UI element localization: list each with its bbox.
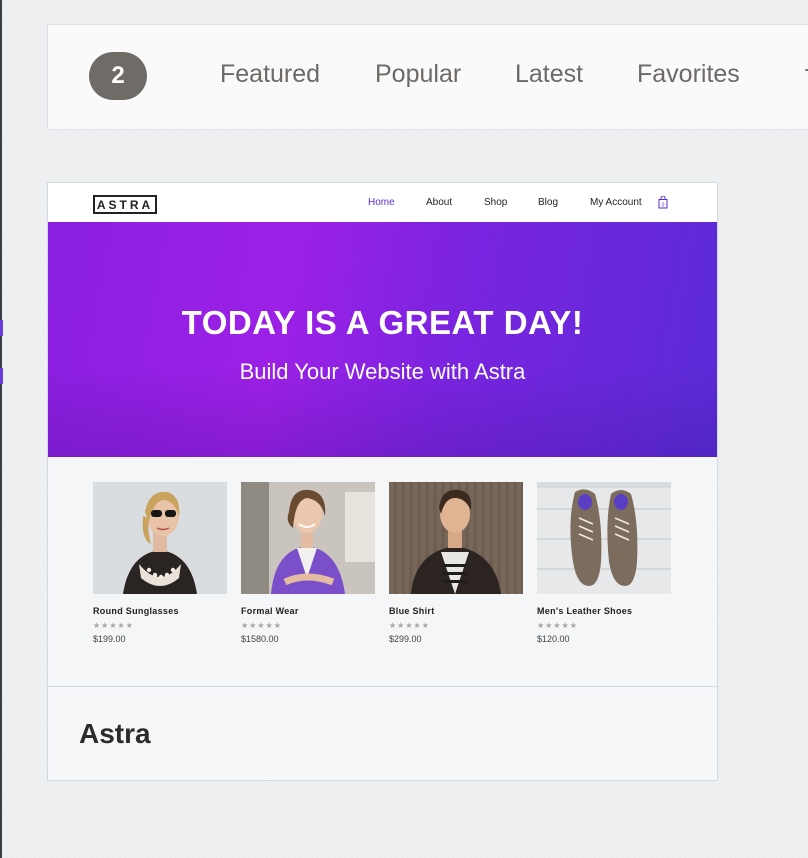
theme-count-badge: 2	[89, 52, 147, 100]
theme-filter-bar: 2 Featured Popular Latest Favorites +	[47, 24, 808, 130]
cart-icon: 0	[658, 196, 668, 209]
tab-popular[interactable]: Popular	[375, 60, 461, 89]
more-tabs-icon[interactable]: +	[804, 55, 808, 86]
theme-card-astra[interactable]: ASTRA Home About Shop Blog My Account 0 …	[47, 182, 718, 781]
preview-hero-subtitle: Build Your Website with Astra	[239, 359, 526, 384]
preview-product: Formal Wear ★★★★★ $1580.00	[241, 482, 375, 644]
theme-screenshot[interactable]: ASTRA Home About Shop Blog My Account 0 …	[48, 183, 717, 686]
preview-nav-home: Home	[368, 197, 395, 208]
product-image-sunglasses	[93, 482, 227, 594]
product-image-formal-wear	[241, 482, 375, 594]
preview-nav-shop: Shop	[484, 197, 508, 208]
window-left-edge	[0, 0, 2, 858]
product-rating: ★★★★★	[537, 621, 578, 630]
tab-favorites[interactable]: Favorites	[637, 60, 740, 89]
product-rating: ★★★★★	[93, 621, 134, 630]
card-divider	[48, 686, 717, 687]
preview-product: Blue Shirt ★★★★★ $299.00	[389, 482, 523, 644]
svg-text:0: 0	[662, 203, 665, 209]
edge-marker	[0, 368, 3, 384]
preview-product: Round Sunglasses ★★★★★ $199.00	[93, 482, 227, 644]
product-price: $199.00	[93, 634, 126, 644]
product-name: Men's Leather Shoes	[537, 606, 633, 616]
preview-nav-blog: Blog	[538, 197, 559, 208]
preview-site-header: ASTRA Home About Shop Blog My Account 0	[48, 183, 717, 222]
preview-logo: ASTRA	[93, 195, 157, 214]
product-price: $1580.00	[241, 634, 279, 644]
product-rating: ★★★★★	[241, 621, 282, 630]
tab-featured[interactable]: Featured	[220, 60, 320, 89]
tab-latest[interactable]: Latest	[515, 60, 583, 89]
preview-nav-about: About	[426, 197, 453, 208]
product-image-leather-shoes	[537, 482, 671, 594]
edge-marker	[0, 320, 3, 336]
product-price: $120.00	[537, 634, 570, 644]
preview-hero-banner: TODAY IS A GREAT DAY! Build Your Website…	[48, 222, 717, 457]
preview-nav-my-account: My Account	[590, 197, 642, 208]
product-name: Formal Wear	[241, 606, 299, 616]
preview-product: Men's Leather Shoes ★★★★★ $120.00	[537, 482, 671, 644]
theme-name[interactable]: Astra	[79, 718, 151, 750]
product-name: Blue Shirt	[389, 606, 435, 616]
product-rating: ★★★★★	[389, 621, 430, 630]
product-image-blue-shirt	[389, 482, 523, 594]
preview-hero-title: TODAY IS A GREAT DAY!	[181, 304, 584, 341]
product-name: Round Sunglasses	[93, 606, 179, 616]
product-price: $299.00	[389, 634, 422, 644]
